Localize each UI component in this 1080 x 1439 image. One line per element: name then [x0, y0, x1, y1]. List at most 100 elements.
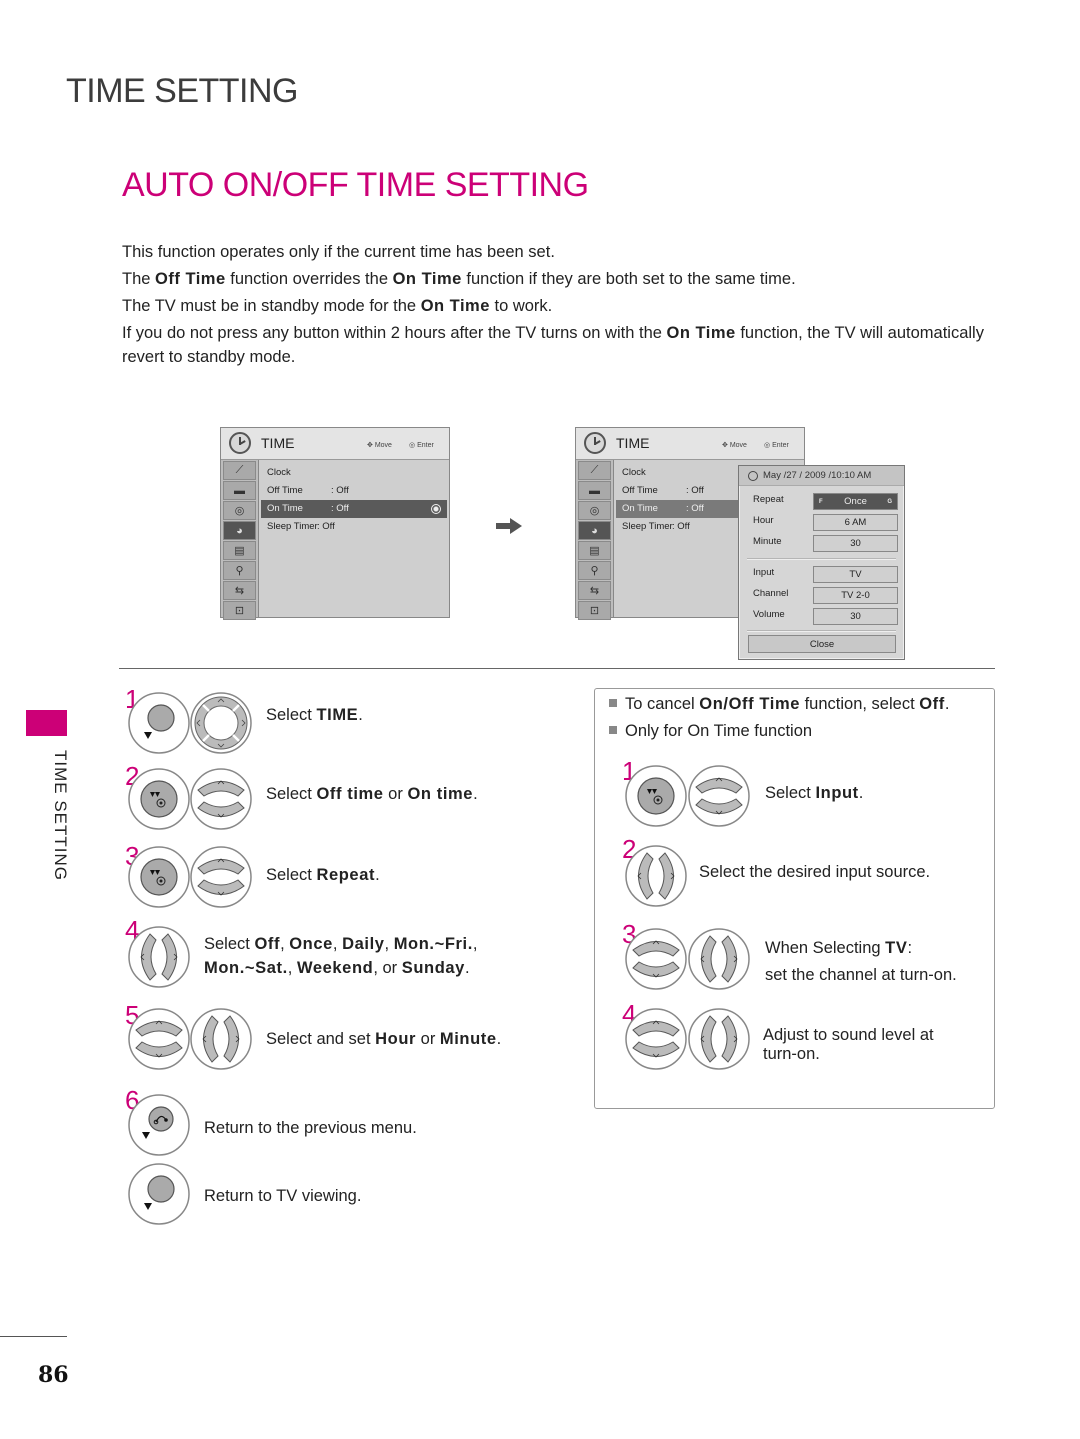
- channel-field[interactable]: TV 2-0: [813, 587, 898, 604]
- text-run: Select: [204, 935, 255, 953]
- emphasis-text: Off: [919, 695, 945, 713]
- input-icon[interactable]: ⇆: [578, 581, 611, 600]
- text-run: ,: [332, 935, 343, 953]
- close-button[interactable]: Close: [748, 635, 896, 653]
- enter-button-icon: [128, 846, 190, 908]
- text-run: or: [383, 785, 408, 803]
- picture-setup-icon[interactable]: ⟋: [578, 461, 611, 480]
- step-text: When Selecting TV:: [765, 936, 912, 960]
- text-run: to work.: [489, 297, 553, 315]
- arrow-right-icon[interactable]: G: [887, 494, 892, 510]
- menu-button-icon: [128, 1163, 190, 1225]
- audio-icon[interactable]: ◎: [578, 501, 611, 520]
- emphasis-text: Mon.~Sat.: [204, 959, 288, 977]
- picture-setup-icon[interactable]: ⟋: [223, 461, 256, 480]
- note-bullet: Only for On Time function: [609, 722, 812, 741]
- section-divider: [119, 668, 995, 669]
- emphasis-text: Input: [815, 784, 859, 802]
- page-rule: [0, 1336, 67, 1337]
- time-icon[interactable]: ◕: [578, 521, 611, 540]
- volume-row: Volume 30: [753, 608, 898, 626]
- enter-hint: ◎ Enter: [764, 442, 789, 449]
- hour-field[interactable]: 6 AM: [813, 514, 898, 531]
- usb-icon[interactable]: ⊡: [223, 601, 256, 620]
- text-run: ,: [280, 935, 290, 953]
- text-run: Select: [266, 706, 317, 724]
- section-title: AUTO ON/OFF TIME SETTING: [122, 166, 589, 204]
- page-number: 86: [38, 1362, 69, 1388]
- repeat-selector[interactable]: F Once G: [813, 493, 898, 510]
- enter-button-icon: [128, 768, 190, 830]
- dpad-button-icon: [190, 692, 252, 754]
- menu-list: Clock Off Time: Off On Time: Off Sleep T…: [261, 464, 447, 536]
- note-bullet: To cancel On/Off Time function, select O…: [609, 695, 949, 714]
- lock-icon[interactable]: ⚲: [223, 561, 256, 580]
- step-text: Return to the previous menu.: [204, 1116, 417, 1140]
- chapter-tab: [26, 710, 67, 736]
- back-button-icon: [128, 1094, 190, 1156]
- menu-header: TIME ✥ Move ◎ Enter: [576, 428, 804, 460]
- description-line: The Off Time function overrides the On T…: [122, 267, 1002, 291]
- up-down-button-icon: [128, 1008, 190, 1070]
- popup-datetime: May /27 / 2009 /10:10 AM: [739, 466, 904, 486]
- input-field[interactable]: TV: [813, 566, 898, 583]
- hour-row: Hour 6 AM: [753, 514, 898, 532]
- screen-icon[interactable]: ▬: [578, 481, 611, 500]
- volume-field[interactable]: 30: [813, 608, 898, 625]
- menu-item-off-time[interactable]: Off Time: Off: [261, 482, 447, 500]
- menu-button-icon: [128, 692, 190, 754]
- arrow-right-icon: [496, 518, 522, 534]
- option-icon[interactable]: ▤: [223, 541, 256, 560]
- text-run: :: [907, 939, 913, 957]
- menu-item-on-time[interactable]: On Time: Off: [261, 500, 447, 518]
- lock-icon[interactable]: ⚲: [578, 561, 611, 580]
- input-icon[interactable]: ⇆: [223, 581, 256, 600]
- clock-icon: [748, 471, 758, 481]
- time-icon[interactable]: ◕: [223, 521, 256, 540]
- menu-sidebar: ⟋ ▬ ◎ ◕ ▤ ⚲ ⇆ ⊡: [576, 460, 614, 620]
- minute-field[interactable]: 30: [813, 535, 898, 552]
- text-run: Select: [266, 866, 317, 884]
- text-run: Return to the previous menu.: [204, 1119, 417, 1137]
- description-line: If you do not press any button within 2 …: [122, 321, 1002, 369]
- up-down-button-icon: [190, 768, 252, 830]
- emphasis-text: Mon.~Fri.: [393, 935, 473, 953]
- left-right-button-icon: [625, 845, 687, 907]
- emphasis-text: TV: [885, 939, 908, 957]
- emphasis-text: On time: [407, 785, 474, 803]
- menu-title: TIME: [261, 435, 295, 451]
- left-right-button-icon: [688, 1008, 750, 1070]
- enter-icon: ◎: [409, 442, 416, 449]
- enter-icon: ◎: [764, 442, 771, 449]
- menu-item-sleep-timer[interactable]: Sleep Timer: Off: [261, 518, 447, 536]
- clock-icon: [584, 432, 606, 454]
- text-run: ,: [384, 935, 394, 953]
- option-icon[interactable]: ▤: [578, 541, 611, 560]
- emphasis-text: On Time: [666, 324, 736, 342]
- menu-header: TIME ✥ Move ◎ Enter: [221, 428, 449, 460]
- emphasis-text: On Time: [420, 297, 490, 315]
- text-run: ,: [472, 935, 478, 953]
- text-run: .: [358, 706, 363, 724]
- audio-icon[interactable]: ◎: [223, 501, 256, 520]
- menu-item-clock[interactable]: Clock: [261, 464, 447, 482]
- enter-hint: ◎ Enter: [409, 442, 434, 449]
- text-run: Only for On Time function: [625, 722, 813, 740]
- text-run: .: [496, 1030, 502, 1048]
- arrow-left-icon[interactable]: F: [819, 494, 823, 510]
- menu-sidebar: ⟋ ▬ ◎ ◕ ▤ ⚲ ⇆ ⊡: [221, 460, 259, 620]
- text-run: .: [464, 959, 470, 977]
- screen-icon[interactable]: ▬: [223, 481, 256, 500]
- move-icon: ✥: [722, 442, 728, 449]
- move-hint: ✥ Move: [722, 442, 747, 449]
- text-run: When Selecting: [765, 939, 886, 957]
- emphasis-text: Minute: [439, 1030, 497, 1048]
- divider: [747, 630, 896, 632]
- text-run: or: [416, 1030, 440, 1048]
- usb-icon[interactable]: ⊡: [578, 601, 611, 620]
- step-text: Select Off time or On time.: [266, 782, 478, 806]
- emphasis-text: On/Off Time: [699, 695, 801, 713]
- repeat-row: Repeat F Once G: [753, 493, 898, 511]
- channel-row: Channel TV 2-0: [753, 587, 898, 605]
- text-run: ,: [287, 959, 297, 977]
